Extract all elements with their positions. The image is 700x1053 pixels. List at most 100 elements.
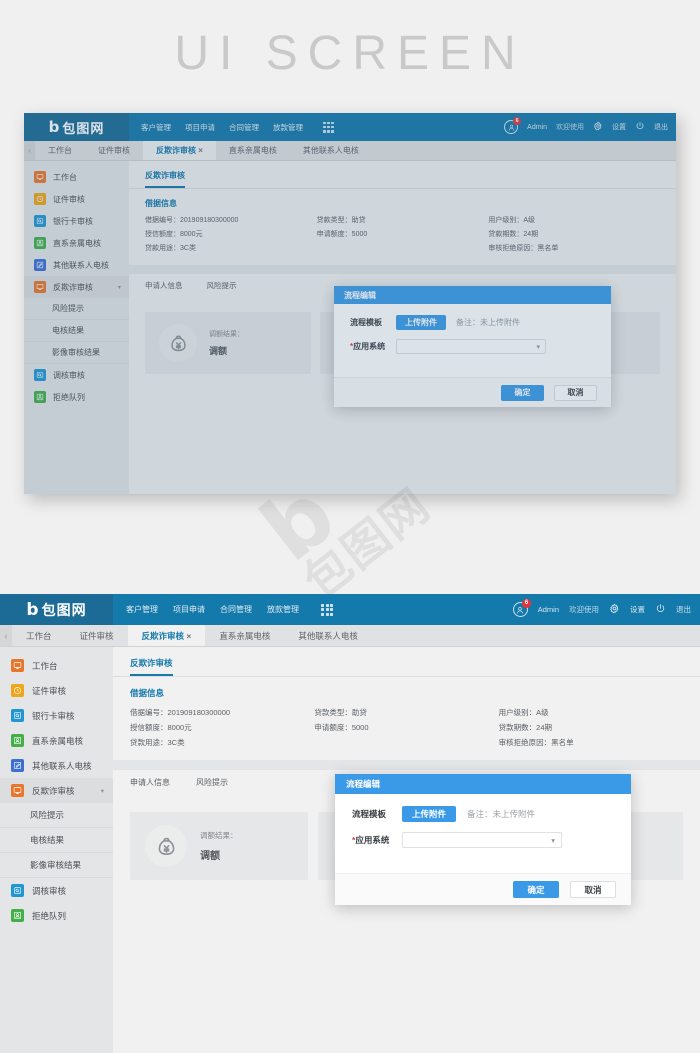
sidebar-subitem-2[interactable]: 影像审核结果 bbox=[24, 342, 129, 364]
sidebar-item-4[interactable]: 其他联系人电核 bbox=[24, 254, 129, 276]
logout-label[interactable]: 退出 bbox=[676, 604, 691, 615]
power-icon[interactable] bbox=[655, 603, 666, 616]
sidebar-subitem-2[interactable]: 影像审核结果 bbox=[0, 853, 113, 878]
application-system-select[interactable]: ▾ bbox=[396, 339, 546, 354]
tab-strip: ‹ 工作台 证件审核 反欺诈审核 × 直系亲属电核 其他联系人电核 bbox=[24, 141, 676, 161]
tab-2[interactable]: 反欺诈审核 × bbox=[143, 141, 216, 160]
dialog-footer: 确定 取消 bbox=[335, 873, 631, 905]
tab-1[interactable]: 证件审核 bbox=[85, 141, 143, 160]
upload-attachment-button[interactable]: 上传附件 bbox=[396, 315, 446, 330]
sidebar-item-2[interactable]: 银行卡审核 bbox=[0, 703, 113, 728]
sidebar-item-3[interactable]: 直系亲属电核 bbox=[0, 728, 113, 753]
sidebar: 工作台 证件审核 银行卡审核 直系亲属电核 其他联系人电核 反欺诈审核 ▾ 风险提示 电核结果影… bbox=[0, 647, 113, 1053]
tab-2[interactable]: 反欺诈审核 × bbox=[127, 625, 206, 646]
summary-card-value: 调额 bbox=[209, 346, 228, 356]
pen-square-icon bbox=[11, 759, 24, 772]
main-nav: 客户管理 项目申请 合同管理 放款管理 6 Admin 欢迎使用 设置 退出 bbox=[129, 113, 676, 141]
nav-item-1[interactable]: 项目申请 bbox=[185, 122, 215, 133]
clock-icon bbox=[11, 684, 24, 697]
grid-apps-icon[interactable] bbox=[321, 603, 333, 616]
sidebar-item-label: 直系亲属电核 bbox=[53, 238, 101, 248]
avatar[interactable]: 6 bbox=[504, 117, 522, 134]
sidebar-item-4[interactable]: 其他联系人电核 bbox=[0, 753, 113, 778]
confirm-button[interactable]: 确定 bbox=[501, 384, 544, 401]
sidebar-subitem-1[interactable]: 电核结果 bbox=[0, 828, 113, 853]
nav-item-0[interactable]: 客户管理 bbox=[126, 604, 158, 615]
nav-item-3[interactable]: 放款管理 bbox=[267, 604, 299, 615]
nav-item-2[interactable]: 合同管理 bbox=[229, 122, 259, 133]
confirm-button[interactable]: 确定 bbox=[513, 881, 559, 898]
brand-mark-icon: b bbox=[48, 118, 61, 136]
sidebar-item-5[interactable]: 反欺诈审核 ▾ bbox=[24, 276, 129, 298]
tab-1[interactable]: 证件审核 bbox=[66, 625, 128, 646]
chevron-left-icon[interactable]: ‹ bbox=[24, 141, 35, 160]
info-column-1: 贷款类型：助贷 申请额度：5000 bbox=[317, 214, 489, 256]
panel-tab-active[interactable]: 反欺诈审核 bbox=[130, 657, 173, 676]
nav-item-0[interactable]: 客户管理 bbox=[141, 122, 171, 133]
application-system-select[interactable]: ▾ bbox=[402, 832, 562, 848]
nav-right-group: 6 Admin 欢迎使用 设置 退出 bbox=[504, 117, 668, 134]
tab-4[interactable]: 其他联系人电核 bbox=[284, 625, 372, 646]
sub-tab-0[interactable]: 申请人信息 bbox=[145, 280, 183, 291]
attachment-note: 备注：未上传附件 bbox=[467, 809, 536, 819]
sub-tab-1[interactable]: 风险提示 bbox=[207, 280, 237, 291]
brand-name: 包图网 bbox=[62, 120, 105, 136]
monitor-icon bbox=[11, 784, 24, 797]
chevron-down-icon[interactable]: ▾ bbox=[118, 284, 121, 291]
tab-0[interactable]: 工作台 bbox=[12, 625, 66, 646]
sidebar-item-0[interactable]: 工作台 bbox=[0, 653, 113, 678]
logout-label[interactable]: 退出 bbox=[654, 122, 668, 132]
tab-label: 其他联系人电核 bbox=[298, 630, 358, 641]
nav-item-2[interactable]: 合同管理 bbox=[220, 604, 252, 615]
card-search-icon bbox=[11, 709, 24, 722]
sidebar-item-1[interactable]: 证件审核 bbox=[0, 678, 113, 703]
info-row: 贷款用途：3C类 bbox=[145, 245, 196, 252]
sub-tab-1[interactable]: 风险提示 bbox=[196, 777, 228, 788]
grid-apps-icon[interactable] bbox=[323, 121, 334, 133]
cancel-button[interactable]: 取消 bbox=[554, 384, 597, 401]
sidebar-item-5[interactable]: 反欺诈审核 ▾ bbox=[0, 778, 113, 803]
chevron-down-icon[interactable]: ▾ bbox=[101, 787, 104, 795]
panel-tab-active[interactable]: 反欺诈审核 bbox=[145, 170, 185, 188]
settings-label[interactable]: 设置 bbox=[612, 122, 626, 132]
cancel-button[interactable]: 取消 bbox=[570, 881, 616, 898]
tab-3[interactable]: 直系亲属电核 bbox=[216, 141, 290, 160]
info-row: 申请额度：5000 bbox=[316, 231, 368, 238]
sidebar-item2-1[interactable]: 拒绝队列 bbox=[0, 903, 113, 928]
dialog-body: 流程模板 上传附件 备注：未上传附件 *应用系统 ▾ bbox=[334, 304, 611, 377]
dialog-title: 流程编辑 bbox=[344, 290, 376, 300]
power-icon[interactable] bbox=[635, 121, 645, 133]
brand-logo[interactable]: b 包图网 bbox=[0, 594, 113, 625]
card-search-icon bbox=[34, 215, 46, 227]
sidebar-subitem-0[interactable]: 风险提示 bbox=[24, 298, 129, 320]
tab-label: 其他联系人电核 bbox=[302, 146, 359, 155]
info-column-0: 借据编号：201909180300000 授信额度：8000元 贷款用途：3C类 bbox=[130, 705, 314, 750]
chevron-down-icon[interactable]: ▾ bbox=[536, 343, 540, 351]
sub-tab-0[interactable]: 申请人信息 bbox=[130, 777, 170, 788]
avatar[interactable]: 6 bbox=[512, 599, 531, 617]
sidebar-item2-1[interactable]: 拒绝队列 bbox=[24, 386, 129, 408]
sidebar-item-3[interactable]: 直系亲属电核 bbox=[24, 232, 129, 254]
chevron-left-icon[interactable]: ‹ bbox=[0, 625, 12, 646]
gear-icon[interactable] bbox=[593, 121, 603, 133]
tab-close-icon[interactable]: × bbox=[196, 146, 203, 155]
sidebar-item-1[interactable]: 证件审核 bbox=[24, 188, 129, 210]
chevron-down-icon[interactable]: ▾ bbox=[551, 836, 555, 845]
sidebar-item2-0[interactable]: 调核审核 bbox=[0, 878, 113, 903]
nav-item-1[interactable]: 项目申请 bbox=[173, 604, 205, 615]
tab-3[interactable]: 直系亲属电核 bbox=[205, 625, 284, 646]
dialog-body: 流程模板 上传附件 备注：未上传附件 *应用系统 ▾ bbox=[335, 794, 631, 873]
sidebar-item-2[interactable]: 银行卡审核 bbox=[24, 210, 129, 232]
upload-attachment-button[interactable]: 上传附件 bbox=[402, 806, 457, 822]
sidebar-subitem-0[interactable]: 风险提示 bbox=[0, 803, 113, 828]
tab-close-icon[interactable]: × bbox=[184, 631, 191, 641]
sidebar-subitem-1[interactable]: 电核结果 bbox=[24, 320, 129, 342]
settings-label[interactable]: 设置 bbox=[630, 604, 645, 615]
tab-0[interactable]: 工作台 bbox=[35, 141, 85, 160]
sidebar-item2-0[interactable]: 调核审核 bbox=[24, 364, 129, 386]
gear-icon[interactable] bbox=[609, 603, 620, 616]
nav-item-3[interactable]: 放款管理 bbox=[273, 122, 303, 133]
tab-4[interactable]: 其他联系人电核 bbox=[290, 141, 372, 160]
sidebar-item-0[interactable]: 工作台 bbox=[24, 166, 129, 188]
brand-logo[interactable]: b 包图网 bbox=[24, 113, 129, 141]
